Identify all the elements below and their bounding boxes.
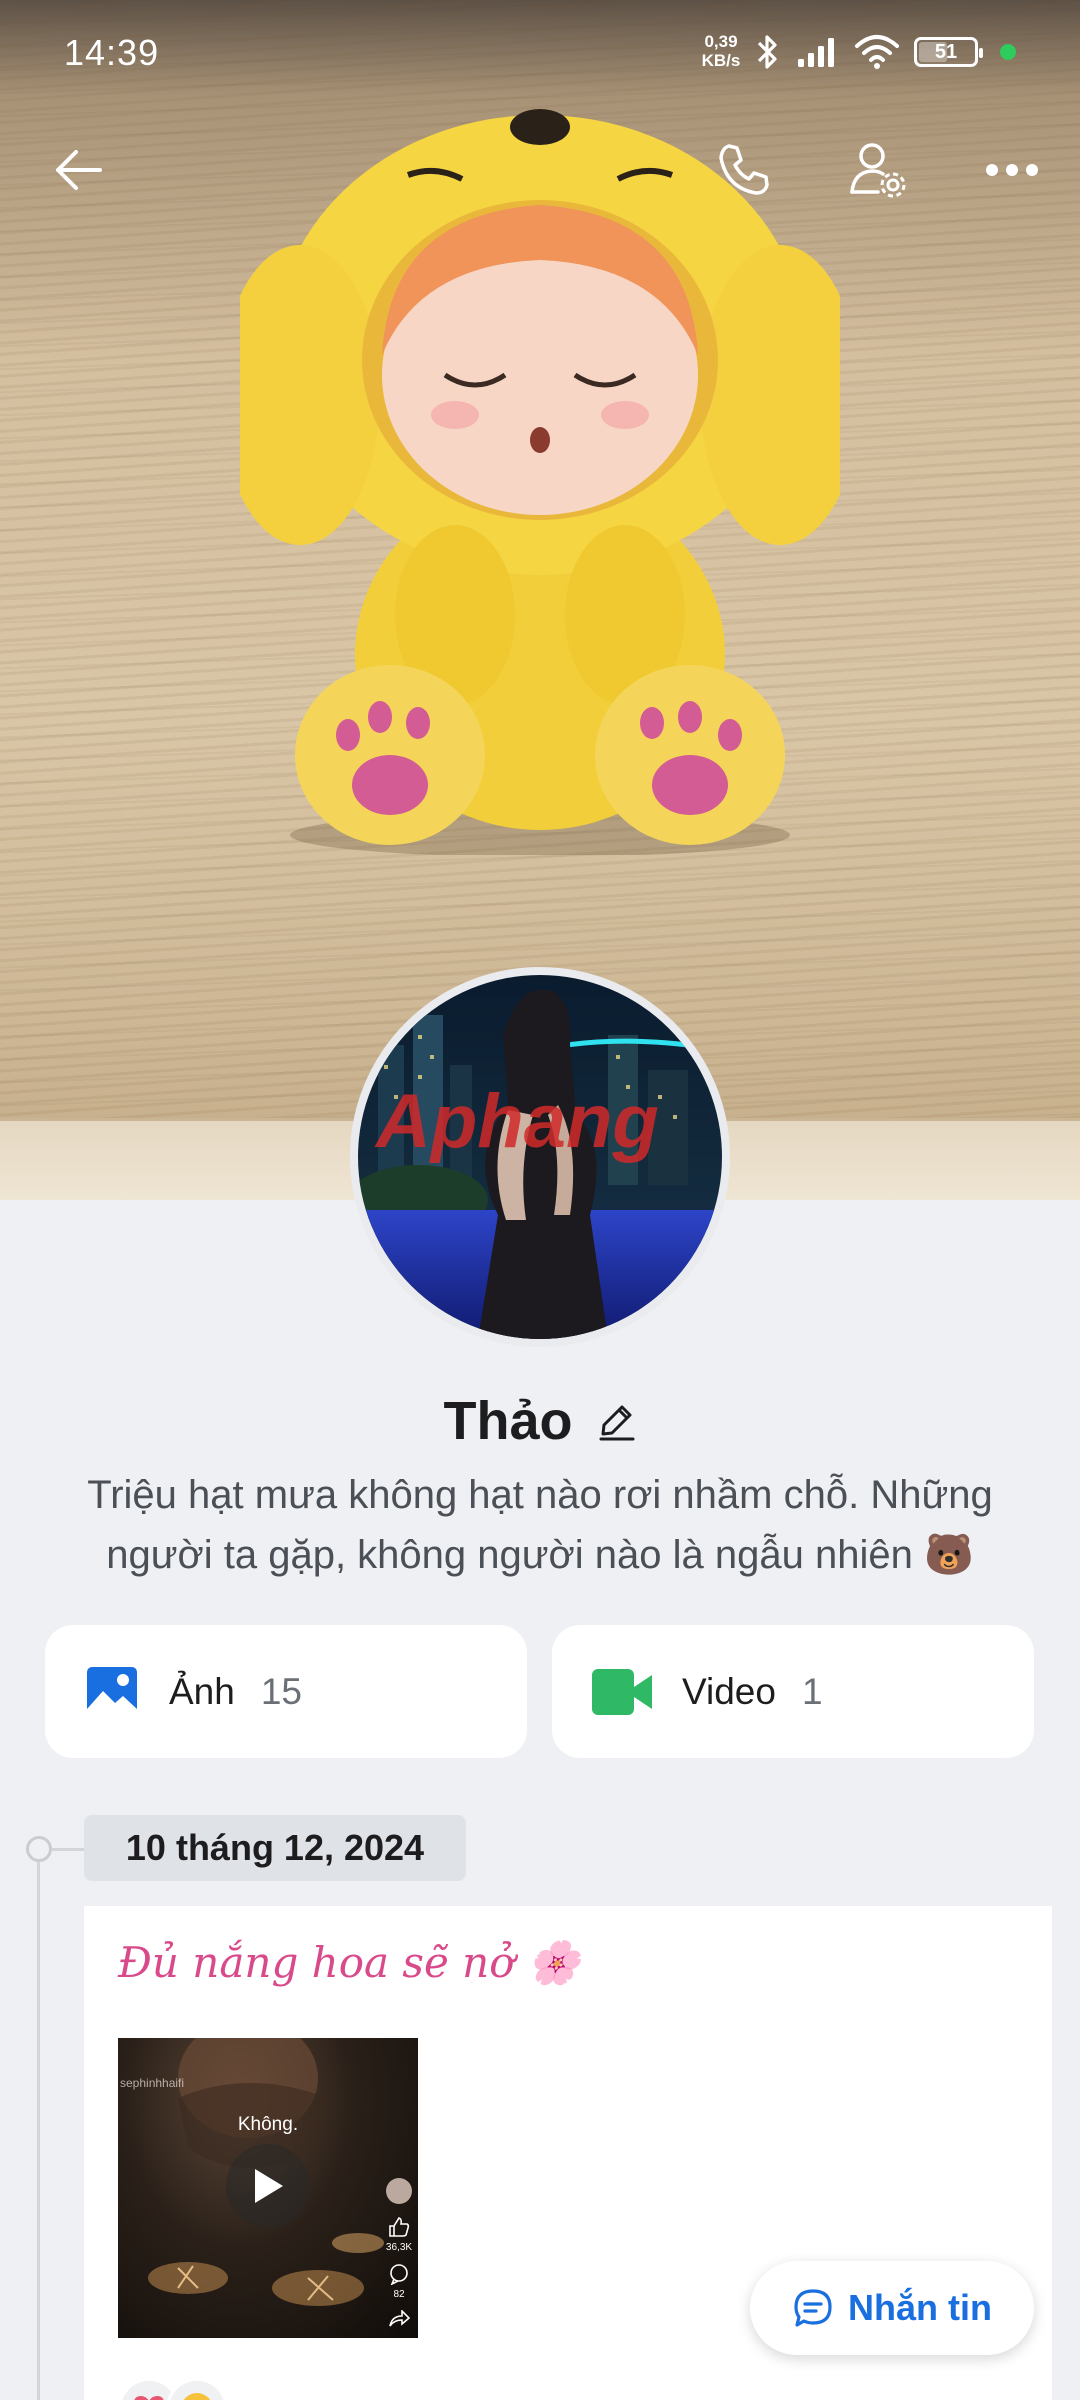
timeline-connector bbox=[52, 1848, 84, 1851]
network-speed-value: 0,39 bbox=[704, 32, 738, 51]
post-video-thumbnail[interactable]: sephinhhaifi Không. 36,3K 82 bbox=[118, 2038, 418, 2338]
call-button[interactable] bbox=[703, 130, 783, 210]
status-icons: 51 bbox=[752, 30, 1016, 74]
back-button[interactable] bbox=[38, 130, 118, 210]
comment-icon bbox=[390, 2264, 408, 2285]
chat-bubble-icon bbox=[794, 2289, 832, 2327]
avatar-watermark: Aphang bbox=[374, 1079, 659, 1164]
timeline-line bbox=[37, 1862, 40, 2400]
network-speed-unit: KB/s bbox=[701, 51, 741, 70]
status-bar: 14:39 0,39 KB/s 51 bbox=[0, 0, 1080, 105]
post-reactions[interactable] bbox=[118, 2378, 228, 2400]
profile-name-row: Thảo bbox=[0, 1390, 1080, 1452]
photos-label: Ảnh bbox=[169, 1670, 235, 1712]
image-icon bbox=[87, 1666, 137, 1717]
photos-card[interactable]: Ảnh 15 bbox=[45, 1625, 527, 1758]
network-speed: 0,39 KB/s bbox=[696, 32, 746, 70]
post-caption: Đủ nắng hoa sẽ nở 🌸 bbox=[118, 1938, 581, 1987]
wifi-icon bbox=[855, 35, 899, 69]
profile-bio: Triệu hạt mưa không hạt nào rơi nhầm chỗ… bbox=[87, 1473, 993, 1577]
more-options-button[interactable] bbox=[972, 130, 1052, 210]
avatar[interactable]: Aphang bbox=[350, 967, 730, 1347]
videos-count: 1 bbox=[801, 1670, 823, 1712]
send-message-button[interactable]: Nhắn tin bbox=[750, 2261, 1034, 2355]
send-message-label: Nhắn tin bbox=[848, 2287, 992, 2328]
video-camera-icon bbox=[592, 1668, 652, 1715]
video-subtitle: Không. bbox=[237, 2114, 299, 2135]
avatar-photo: Aphang bbox=[358, 975, 722, 1339]
phone-icon bbox=[719, 144, 769, 195]
status-time: 14:39 bbox=[64, 32, 160, 73]
more-icon bbox=[986, 164, 1038, 176]
creator-avatar-icon bbox=[386, 2178, 412, 2204]
battery-level: 51 bbox=[934, 40, 958, 63]
back-arrow-icon bbox=[56, 150, 102, 190]
video-comment-count: 82 bbox=[393, 2289, 405, 2300]
play-button[interactable] bbox=[226, 2144, 310, 2228]
videos-label: Video bbox=[682, 1670, 776, 1712]
edit-name-icon[interactable] bbox=[595, 1400, 637, 1442]
timeline-dot bbox=[26, 1836, 52, 1862]
battery-icon: 51 bbox=[914, 37, 983, 67]
privacy-indicator-dot bbox=[1000, 44, 1016, 60]
videos-card[interactable]: Video 1 bbox=[552, 1625, 1034, 1758]
video-watermark: sephinhhaifi bbox=[120, 2076, 185, 2090]
video-side-actions: 36,3K 82 bbox=[384, 2178, 414, 2328]
signal-icon bbox=[798, 38, 834, 67]
timeline-date: 10 tháng 12, 2024 bbox=[84, 1815, 466, 1881]
profile-settings-button[interactable] bbox=[838, 130, 918, 210]
photos-count: 15 bbox=[260, 1670, 302, 1712]
like-icon bbox=[389, 2217, 410, 2237]
video-like-count: 36,3K bbox=[385, 2242, 413, 2253]
profile-name: Thảo bbox=[443, 1391, 573, 1451]
smile-reaction-icon bbox=[166, 2378, 228, 2400]
play-icon bbox=[255, 2169, 283, 2203]
share-icon bbox=[389, 2310, 410, 2327]
bluetooth-icon bbox=[757, 35, 777, 69]
user-settings-icon bbox=[850, 143, 906, 198]
